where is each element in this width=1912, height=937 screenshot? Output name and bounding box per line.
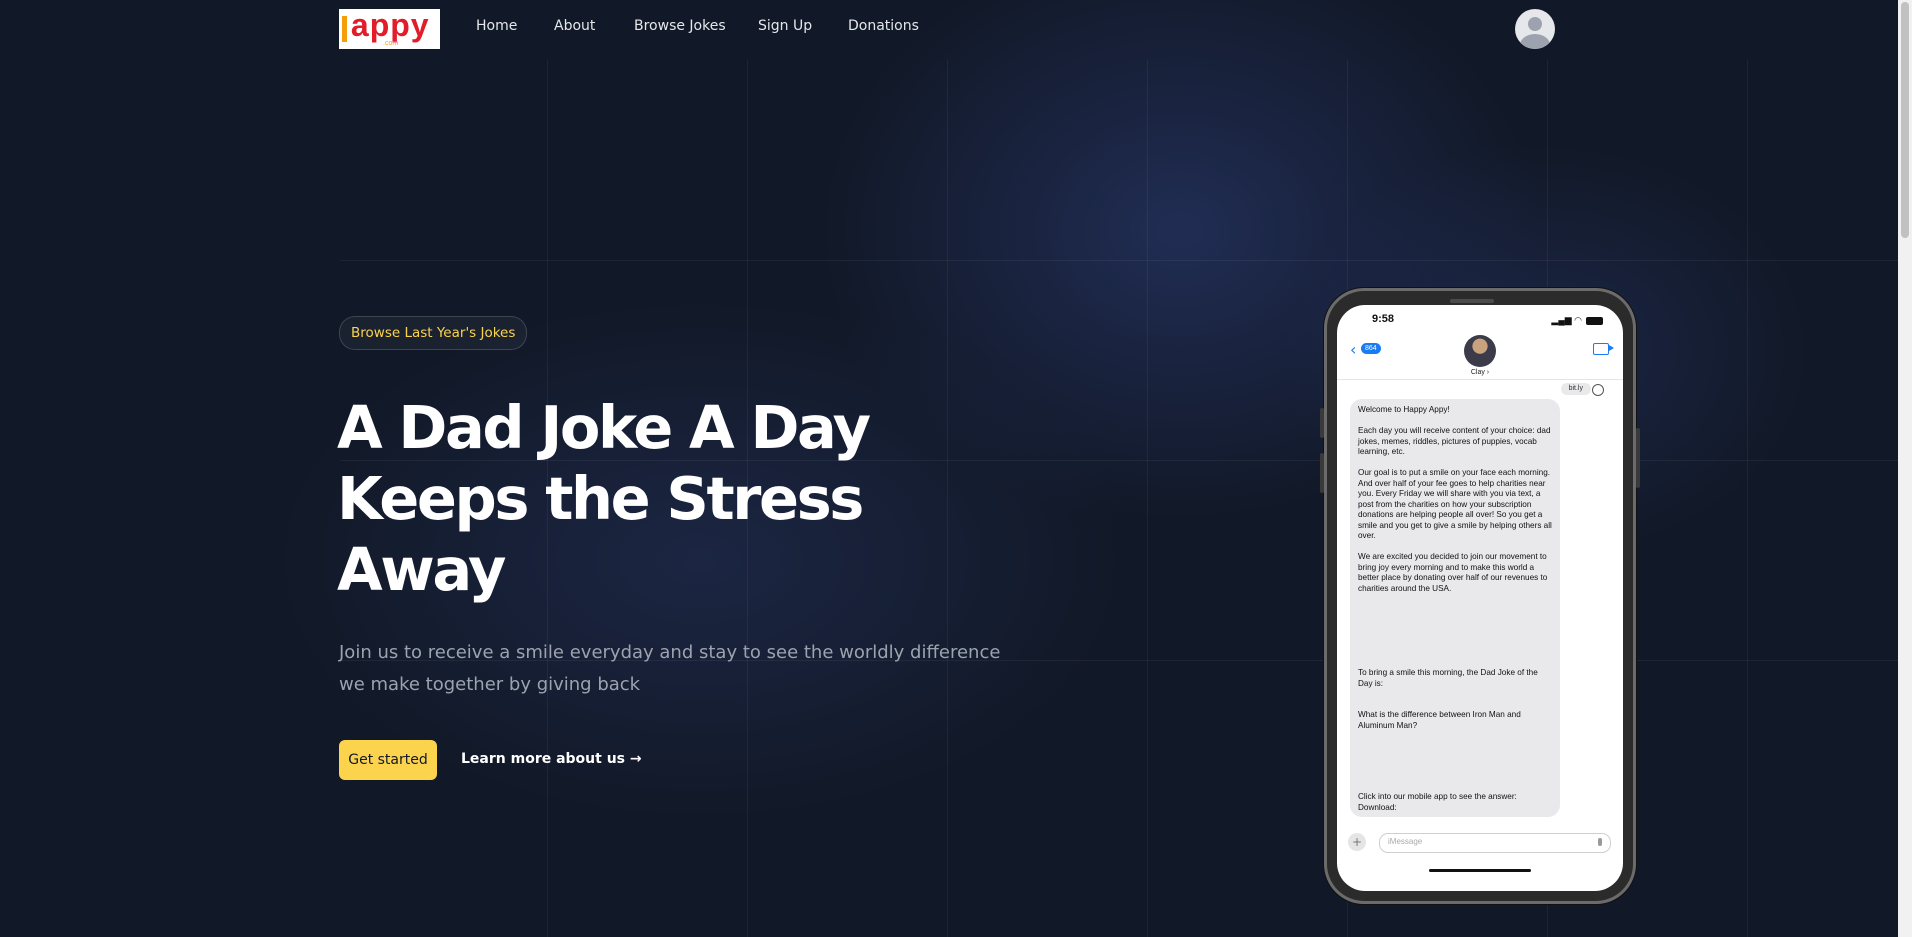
message-paragraph: We are excited you decided to join our m… — [1358, 552, 1548, 593]
imessage-compose-field: iMessage — [1379, 833, 1611, 853]
logo-subtext: .com — [383, 40, 399, 47]
phone-speaker — [1450, 299, 1494, 303]
top-nav: appy .com Home About Browse Jokes Sign U… — [0, 0, 1898, 56]
nav-link-home[interactable]: Home — [476, 18, 517, 34]
compose-placeholder: iMessage — [1388, 837, 1423, 846]
message-paragraph: Our goal is to put a smile on your face … — [1358, 468, 1552, 540]
phone-screen: 9:58 ▂▄▆ ◠ ‹ 864 Clay › bit.ly Welcome t… — [1337, 305, 1623, 891]
contact-name: Clay › — [1470, 369, 1490, 376]
site-logo[interactable]: appy .com — [339, 9, 440, 49]
video-call-icon — [1593, 343, 1614, 355]
message-paragraph: To bring a smile this morning, the Dad J… — [1358, 668, 1538, 688]
hero-subtext: Join us to receive a smile everyday and … — [339, 642, 1001, 695]
status-time: 9:58 — [1372, 313, 1395, 325]
message-joke: What is the difference between Iron Man … — [1358, 710, 1521, 730]
logo-text: appy — [350, 9, 430, 43]
back-chevron-icon: ‹ — [1350, 340, 1357, 359]
compass-icon — [1592, 384, 1604, 396]
message-paragraph: Each day you will receive content of you… — [1358, 426, 1551, 456]
nav-link-about[interactable]: About — [554, 18, 595, 34]
home-indicator — [1429, 869, 1531, 872]
message-greeting: Welcome to Happy Appy! — [1358, 405, 1450, 414]
message-paragraph: Click into our mobile app to see the ans… — [1358, 792, 1517, 812]
phone-mockup: 9:58 ▂▄▆ ◠ ‹ 864 Clay › bit.ly Welcome t… — [1320, 288, 1640, 904]
status-icons: ▂▄▆ ◠ — [1551, 315, 1603, 326]
get-started-button[interactable]: Get started — [339, 740, 437, 780]
scrollbar-thumb[interactable] — [1901, 2, 1909, 238]
phone-volume-button — [1320, 453, 1324, 493]
microphone-icon — [1598, 838, 1602, 846]
phone-side-button — [1320, 408, 1324, 438]
nav-link-sign-up[interactable]: Sign Up — [758, 18, 812, 34]
page-scrollbar[interactable] — [1898, 0, 1912, 937]
user-avatar-button[interactable] — [1515, 9, 1555, 49]
plus-icon: + — [1348, 833, 1366, 851]
nav-link-browse-jokes[interactable]: Browse Jokes — [634, 18, 726, 34]
avatar-head — [1528, 17, 1542, 31]
nav-link-donations[interactable]: Donations — [848, 18, 919, 34]
battery-icon — [1586, 316, 1603, 325]
browse-last-year-badge[interactable]: Browse Last Year's Jokes — [339, 316, 528, 350]
avatar-body — [1520, 34, 1550, 49]
contact-avatar — [1464, 335, 1496, 367]
link-preview-chip: bit.ly — [1560, 383, 1591, 395]
learn-more-link[interactable]: Learn more about us → — [461, 751, 642, 767]
phone-power-button — [1636, 428, 1640, 488]
hero-headline: A Dad Joke A Day Keeps the Stress Away — [337, 393, 871, 604]
message-header: ‹ 864 Clay › — [1337, 335, 1623, 380]
message-bubble: Welcome to Happy Appy! Each day you will… — [1350, 399, 1560, 817]
unread-count-badge: 864 — [1361, 343, 1381, 354]
